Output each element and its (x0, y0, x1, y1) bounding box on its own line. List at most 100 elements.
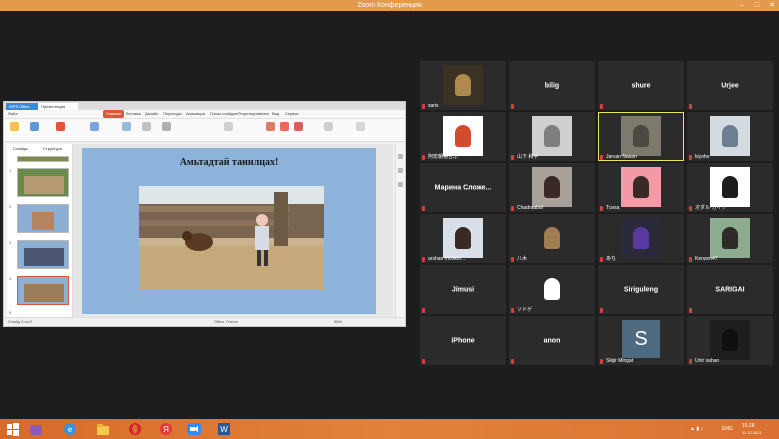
zoom-app-icon[interactable] (186, 421, 202, 437)
slide-count: Слайд 5 из 5 (8, 319, 32, 324)
close-icon[interactable]: ✕ (765, 0, 779, 11)
paste-icon[interactable] (10, 122, 19, 131)
tray-icons[interactable]: ▲ ▮ ♪ (690, 419, 703, 439)
participant-tile[interactable]: Марина Сложе... (420, 163, 506, 212)
participant-tile[interactable]: Urjee (687, 61, 773, 110)
file-explorer-icon[interactable] (95, 421, 111, 437)
participant-tile[interactable]: オダル·ガイテ (687, 163, 773, 212)
menu-transitions[interactable]: Переходы (163, 110, 182, 118)
status-bar: Слайд 5 из 5 Office Theme 56% (4, 317, 405, 326)
muted-mic-icon (600, 155, 603, 160)
video-subject (633, 125, 649, 147)
menu-design[interactable]: Дизайн (145, 110, 158, 118)
pane-icon[interactable] (398, 154, 403, 159)
participant-tile[interactable]: Jimusi (420, 265, 506, 314)
participant-tile[interactable]: Siriguleng (598, 265, 684, 314)
new-slide-icon[interactable] (56, 122, 65, 131)
participant-tile[interactable]: iPhone (420, 316, 506, 365)
windows-taskbar: e Я W ▲ ▮ ♪ ENG 16:28 11.12.2021 (0, 419, 779, 439)
video-subject (633, 176, 649, 198)
participant-tile[interactable]: Tuvsa (598, 163, 684, 212)
align-icon[interactable] (224, 122, 233, 131)
shapes-icon[interactable] (266, 122, 275, 131)
menu-slideshow[interactable]: Показ слайдов (210, 110, 238, 118)
participant-name: bilig (544, 82, 560, 89)
video-subject (722, 329, 738, 351)
menu-insert[interactable]: Вставка (126, 110, 141, 118)
participant-name: iPhone (451, 337, 475, 344)
slide-thumbnail[interactable] (17, 204, 69, 233)
video-subject (544, 176, 560, 198)
find-icon[interactable] (324, 122, 333, 131)
minimize-icon[interactable]: – (735, 0, 749, 11)
participant-tile[interactable]: SARIGAI (687, 265, 773, 314)
muted-mic-icon (689, 359, 692, 364)
participant-tile[interactable]: Chadraabal (509, 163, 595, 212)
participant-tile[interactable]: 八木 (509, 214, 595, 263)
participant-name: Jimusi (451, 286, 475, 293)
font-icon[interactable] (162, 122, 171, 131)
language-indicator[interactable]: ENG (722, 419, 733, 439)
clock-date[interactable]: 11.12.2021 (742, 429, 762, 437)
slide-number: 4 (9, 276, 12, 281)
menu-review[interactable]: Рецензирование (238, 110, 269, 118)
section-icon[interactable] (142, 122, 151, 131)
app-tab[interactable]: WPS Office (6, 103, 42, 110)
participant-tile[interactable]: bilig (509, 61, 595, 110)
slide-thumbnail[interactable] (17, 240, 69, 269)
arrange-icon[interactable] (280, 122, 289, 131)
participant-tile[interactable]: 阿宏朝格吉乐 (420, 112, 506, 161)
cut-icon[interactable] (30, 122, 39, 131)
video-subject (544, 125, 560, 147)
video-subject (455, 125, 471, 147)
tab-outline[interactable]: Структура (43, 146, 62, 151)
slide-thumbnail[interactable] (17, 156, 69, 162)
muted-mic-icon (422, 359, 425, 364)
opera-icon[interactable] (127, 421, 143, 437)
participant-tile[interactable]: Jarvan Nasan (598, 112, 684, 161)
tab-slides[interactable]: Слайды (13, 146, 28, 151)
participant-name: shure (631, 82, 651, 89)
pane-icon[interactable] (398, 168, 403, 173)
window-title: Zoom Конференция (357, 2, 422, 9)
participant-tile[interactable]: kiyoho (687, 112, 773, 161)
replace-icon[interactable] (356, 122, 365, 131)
participant-tile[interactable]: anon (509, 316, 595, 365)
muted-mic-icon (689, 155, 692, 160)
participant-tile[interactable]: saris (420, 61, 506, 110)
document-tab[interactable]: Презентация (38, 103, 78, 110)
quick-style-icon[interactable] (294, 122, 303, 131)
edge-icon[interactable]: e (62, 421, 78, 437)
slide-photo (139, 186, 324, 290)
slide-number: 3 (9, 240, 12, 245)
participant-tile[interactable]: arshan monkei... (420, 214, 506, 263)
menu-animation[interactable]: Анимация (186, 110, 205, 118)
slide-thumbnail-selected[interactable] (17, 276, 69, 305)
participant-tile[interactable]: あち (598, 214, 684, 263)
layout-icon[interactable] (90, 122, 99, 131)
menu-home[interactable]: Главная (103, 110, 125, 118)
svg-text:W: W (220, 425, 228, 434)
start-icon[interactable] (5, 421, 21, 437)
participant-tile[interactable]: Kenzen47 (687, 214, 773, 263)
slide-thumbnail[interactable] (17, 168, 69, 197)
slide-title: Амьтадтай танилцах! (179, 157, 279, 168)
participant-tile[interactable]: Unir sahan (687, 316, 773, 365)
word-icon[interactable]: W (216, 421, 232, 437)
maximize-icon[interactable]: □ (750, 0, 764, 11)
reset-icon[interactable] (122, 122, 131, 131)
participant-tile[interactable]: S Sikjir Mingat (598, 316, 684, 365)
menu-file[interactable]: Файл (8, 110, 18, 118)
video-feed (443, 218, 483, 258)
yandex-browser-icon[interactable]: Я (158, 421, 174, 437)
zoom-level[interactable]: 56% (334, 318, 342, 326)
participant-tile[interactable]: 山下 和子 (509, 112, 595, 161)
store-icon[interactable] (28, 421, 44, 437)
participant-tile[interactable]: shure (598, 61, 684, 110)
pane-icon[interactable] (398, 182, 403, 187)
thumbnail-image (24, 248, 64, 266)
participant-tile[interactable]: ソドゲ (509, 265, 595, 314)
menu-tools[interactable]: Сервис (285, 110, 299, 118)
participant-name: anon (543, 337, 561, 344)
menu-view[interactable]: Вид (272, 110, 279, 118)
